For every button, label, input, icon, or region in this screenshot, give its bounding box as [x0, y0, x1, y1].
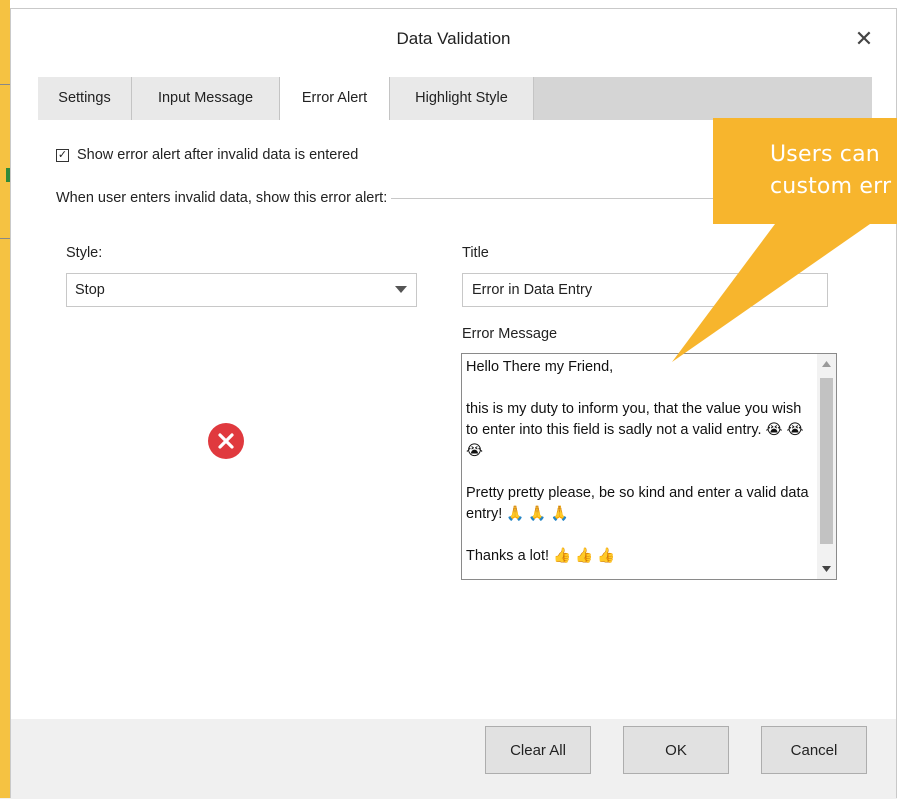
callout-text: Users can custom err [770, 139, 891, 203]
dialog-title: Data Validation [396, 29, 511, 48]
background-gridline [0, 84, 10, 85]
style-dropdown[interactable]: Stop [66, 273, 417, 307]
title-label: Title [462, 245, 489, 261]
cancel-button[interactable]: Cancel [761, 726, 867, 774]
tab-highlight-style[interactable]: Highlight Style [390, 77, 534, 120]
scrollbar-thumb[interactable] [820, 378, 833, 544]
error-message-label: Error Message [462, 326, 558, 342]
callout-line-1: Users can [770, 142, 880, 167]
section-label: When user enters invalid data, show this… [56, 190, 388, 206]
show-alert-checkbox[interactable]: ✓ [56, 148, 69, 162]
tab-settings[interactable]: Settings [38, 77, 132, 120]
close-icon[interactable]: ✕ [850, 25, 878, 53]
dropdown-arrow-icon[interactable] [386, 274, 416, 306]
show-alert-label: Show error alert after invalid data is e… [77, 147, 359, 163]
style-dropdown-value: Stop [75, 282, 105, 298]
background-left-edge [0, 0, 10, 798]
title-input[interactable] [462, 273, 828, 307]
tab-error-alert[interactable]: Error Alert [280, 77, 390, 121]
callout-line-2: custom err [770, 174, 892, 199]
show-alert-checkbox-row[interactable]: ✓ Show error alert after invalid data is… [56, 145, 358, 165]
scroll-up-icon[interactable] [817, 354, 836, 374]
background-gridline [0, 238, 10, 239]
annotation-callout: Users can custom err [713, 118, 897, 224]
message-scrollbar[interactable] [817, 354, 836, 579]
tab-input-message[interactable]: Input Message [132, 77, 280, 120]
error-message-text: Hello There my Friend, this is my duty t… [466, 359, 809, 564]
error-stop-icon [207, 422, 245, 460]
style-label: Style: [66, 245, 103, 261]
error-message-textarea[interactable]: Hello There my Friend, this is my duty t… [461, 353, 837, 580]
scroll-down-icon[interactable] [817, 559, 836, 579]
tab-strip: Settings Input Message Error Alert Highl… [38, 77, 872, 121]
ok-button[interactable]: OK [623, 726, 729, 774]
clear-all-button[interactable]: Clear All [485, 726, 591, 774]
